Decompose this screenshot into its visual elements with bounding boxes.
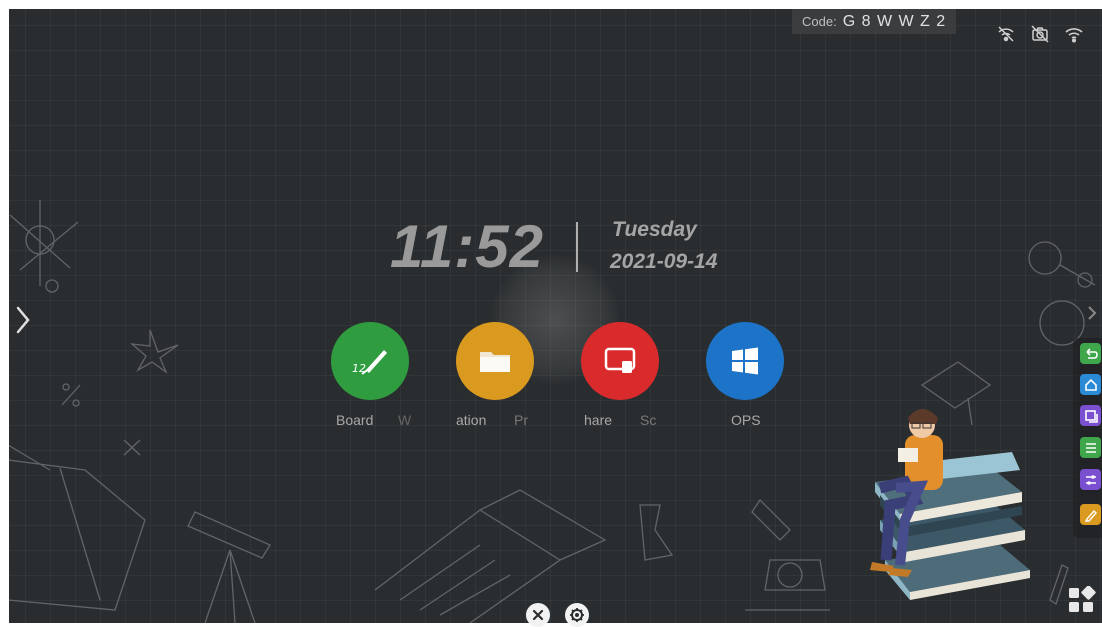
screen-border <box>0 0 9 623</box>
screen-share-icon <box>604 347 636 373</box>
pen-board-icon: 12 <box>352 350 387 375</box>
menu-button[interactable] <box>1080 437 1101 458</box>
clock-time: 11:52 <box>390 213 545 280</box>
recent-apps-button[interactable] <box>1080 405 1101 426</box>
sliders-icon <box>1085 474 1096 485</box>
expand-left-panel-button[interactable] <box>13 303 33 337</box>
app-folder[interactable] <box>456 322 534 400</box>
network-off-icon[interactable] <box>996 24 1016 44</box>
clock-weekday: Tuesday <box>612 218 697 241</box>
app-label: ation <box>456 412 487 428</box>
all-apps-button[interactable] <box>1067 585 1097 616</box>
folder-icon <box>480 352 510 372</box>
app-screen-share[interactable] <box>581 322 659 400</box>
screen-border <box>0 0 1102 9</box>
app-label: Sc <box>640 412 657 428</box>
clock-divider <box>576 222 578 272</box>
wifi-icon[interactable] <box>1064 24 1084 44</box>
app-label: W <box>398 412 412 428</box>
collapse-toolbar-button[interactable] <box>1085 304 1099 322</box>
apps-grid-icon <box>1069 585 1096 612</box>
close-button[interactable] <box>526 603 550 627</box>
pencil-icon <box>1084 509 1097 522</box>
annotate-button[interactable] <box>1080 504 1101 525</box>
chevron-right-icon <box>16 306 30 334</box>
app-label: hare <box>584 412 613 428</box>
camera-off-icon[interactable] <box>1030 24 1050 44</box>
menu-icon <box>1085 442 1096 453</box>
windows-stack-icon <box>1084 409 1098 423</box>
clock-date: 2021-09-14 <box>610 250 718 273</box>
app-ops[interactable] <box>706 322 784 400</box>
app-label: Pr <box>514 412 528 428</box>
status-bar <box>996 24 1084 44</box>
settings-gear-icon <box>570 608 584 622</box>
back-button[interactable] <box>1080 343 1101 364</box>
code-label: Code: <box>802 14 837 29</box>
connection-code: Code: G 8 W W Z 2 <box>792 9 956 34</box>
back-icon <box>1085 347 1098 359</box>
sliders-button[interactable] <box>1080 469 1101 490</box>
app-board[interactable]: 12 <box>331 322 409 400</box>
close-icon <box>532 609 544 621</box>
home-icon <box>1084 378 1097 391</box>
chevron-right-icon <box>1088 306 1097 320</box>
app-label: Board <box>336 412 374 428</box>
app-label: OPS <box>731 412 761 428</box>
home-screen: Code: G 8 W W Z 2 11:52 Tuesday 2021-09-… <box>0 0 1102 627</box>
settings-button[interactable] <box>565 603 589 627</box>
windows-icon <box>732 347 758 375</box>
home-button[interactable] <box>1080 374 1101 395</box>
code-value: G 8 W W Z 2 <box>842 12 947 30</box>
